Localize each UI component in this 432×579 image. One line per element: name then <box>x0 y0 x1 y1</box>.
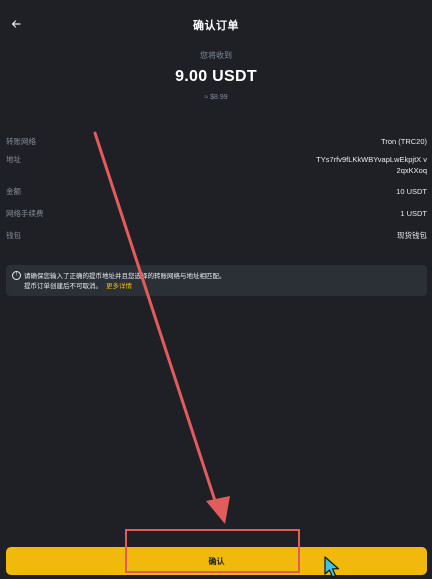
detail-label: 地址 <box>6 155 21 164</box>
detail-value: 现货钱包 <box>397 231 427 240</box>
more-details-link[interactable]: 更多详情 <box>106 283 132 290</box>
detail-value: TYs7rfv9fLKkWBYvapLwEkpjtX v2qxKXoq <box>316 155 427 175</box>
detail-value: Tron (TRC20) <box>381 137 427 146</box>
receive-label: 您将收到 <box>200 51 232 60</box>
notice-text-2: 提币订单创建后不可取消。 更多详情 <box>24 280 132 290</box>
fiat-equivalent: ≈ $8.99 <box>204 94 228 101</box>
header: 确认订单 <box>0 0 432 46</box>
detail-value: 1 USDT <box>400 209 427 218</box>
detail-label: 转账网络 <box>6 137 36 146</box>
confirm-order-screen: 确认订单 您将收到 9.00 USDT ≈ $8.99 转账网络 Tron (T… <box>0 0 432 579</box>
detail-label: 金额 <box>6 187 21 196</box>
detail-label: 钱包 <box>6 231 21 240</box>
info-icon: ! <box>12 271 21 280</box>
warning-notice: ! 请确保您输入了正确的提币地址并且您选择的转账网络与地址相匹配。 提币订单创建… <box>6 265 427 296</box>
detail-value: 10 USDT <box>396 187 427 196</box>
confirm-button-label: 确认 <box>208 556 225 566</box>
detail-label: 网络手续费 <box>6 209 44 218</box>
notice-text: 请确保您输入了正确的提币地址并且您选择的转账网络与地址相匹配。 <box>24 273 226 280</box>
receive-amount: 9.00 USDT <box>175 68 257 85</box>
confirm-button[interactable]: 确认 <box>6 547 427 575</box>
notice-cancel-text: 提币订单创建后不可取消。 <box>24 283 102 290</box>
receive-summary: 您将收到 9.00 USDT ≈ $8.99 <box>0 50 432 101</box>
page-title: 确认订单 <box>193 20 239 32</box>
